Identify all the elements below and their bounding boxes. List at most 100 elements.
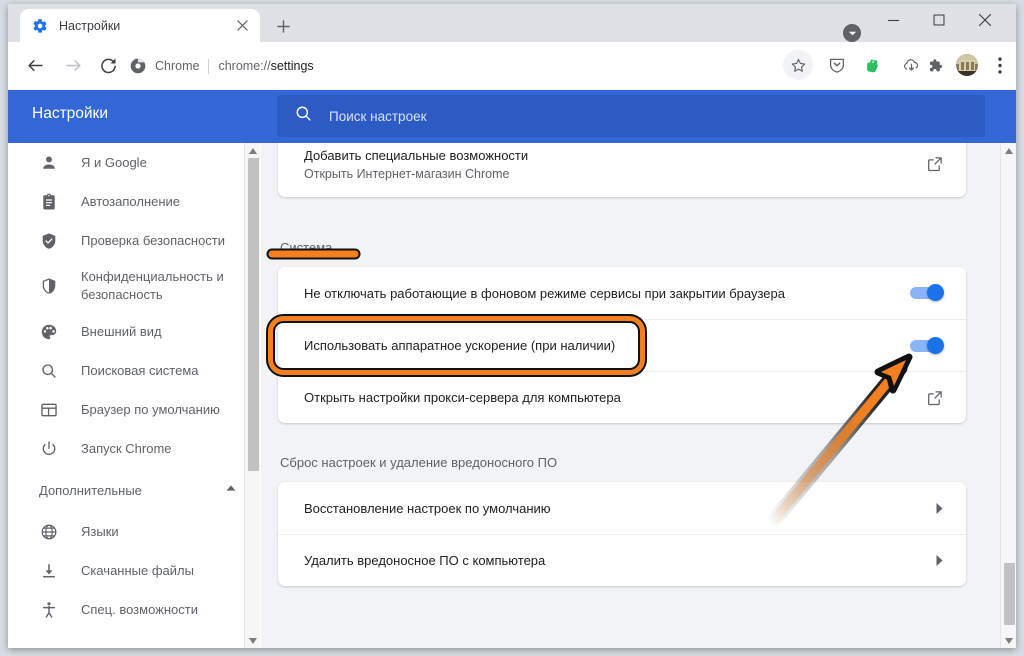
close-icon[interactable] — [231, 15, 253, 37]
evernote-icon[interactable] — [859, 50, 889, 80]
shield-check-icon — [39, 231, 59, 251]
tab-strip: Настройки — [8, 4, 1016, 42]
page-title: Настройки — [32, 105, 108, 123]
row-title: Добавить специальные возможности — [304, 148, 926, 163]
hardware-acceleration-toggle[interactable] — [910, 339, 944, 353]
chevron-right-icon[interactable] — [935, 503, 944, 514]
row-title: Удалить вредоносное ПО с компьютера — [304, 553, 935, 568]
settings-sidebar: Я и Google Автозаполнение — [8, 143, 261, 648]
search-icon — [39, 361, 59, 381]
sidebar-item-label: Проверка безопасности — [81, 232, 225, 250]
new-tab-button[interactable] — [270, 13, 296, 39]
avatar — [956, 54, 978, 76]
toggle-knob — [927, 337, 944, 354]
browser-window-icon — [39, 400, 59, 420]
sidebar-item-label: Конфиденциальность и безопасность — [81, 268, 261, 303]
sidebar-item-on-startup[interactable]: Запуск Chrome — [8, 429, 261, 468]
sidebar-item-safety-check[interactable]: Проверка безопасности — [8, 221, 261, 260]
forward-button[interactable] — [57, 49, 89, 81]
reset-card: Восстановление настроек по умолчанию Уда… — [278, 482, 966, 586]
shield-icon — [39, 276, 59, 296]
sidebar-item-label: Скачанные файлы — [81, 562, 194, 580]
system-card: Не отключать работающие в фоновом режиме… — [278, 267, 966, 423]
row-texts: Добавить специальные возможности Открыть… — [304, 148, 926, 181]
maximize-button[interactable] — [916, 4, 962, 36]
section-heading-reset: Сброс настроек и удаление вредоносного П… — [280, 455, 557, 470]
sidebar-item-default-browser[interactable]: Браузер по умолчанию — [8, 390, 261, 429]
bookmark-star-icon[interactable] — [783, 50, 813, 80]
sidebar-group-label: Дополнительные — [39, 483, 225, 498]
search-bar[interactable] — [277, 95, 985, 137]
row-title: Использовать аппаратное ускорение (при н… — [304, 338, 910, 353]
power-icon — [39, 439, 59, 459]
omnibox-scheme-label: Chrome — [155, 59, 199, 73]
section-heading-system: Система — [280, 240, 332, 255]
chrome-menu-icon[interactable] — [985, 50, 1015, 80]
gear-icon — [32, 18, 48, 34]
sidebar-item-label: Языки — [81, 523, 119, 541]
row-subtitle: Открыть Интернет-магазин Chrome — [304, 167, 926, 181]
row-proxy-settings[interactable]: Открыть настройки прокси-сервера для ком… — [278, 371, 966, 423]
tab-search-icon[interactable] — [843, 24, 861, 42]
sidebar-item-downloads[interactable]: Скачанные файлы — [8, 551, 261, 590]
chevron-right-icon[interactable] — [935, 555, 944, 566]
omnibox-url: chrome://settings — [218, 59, 313, 73]
sidebar-item-autofill[interactable]: Автозаполнение — [8, 182, 261, 221]
scroll-down-icon[interactable] — [1001, 633, 1016, 648]
row-title: Не отключать работающие в фоновом режиме… — [304, 286, 910, 301]
row-add-accessibility[interactable]: Добавить специальные возможности Открыть… — [278, 143, 966, 197]
minimize-button[interactable] — [870, 4, 916, 36]
accessibility-card: Добавить специальные возможности Открыть… — [278, 143, 966, 197]
row-texts: Восстановление настроек по умолчанию — [304, 501, 935, 516]
sidebar-scrollbar-thumb[interactable] — [248, 158, 259, 471]
row-background-apps[interactable]: Не отключать работающие в фоновом режиме… — [278, 267, 966, 319]
pocket-shield-icon[interactable] — [822, 50, 852, 80]
scroll-down-icon[interactable] — [245, 633, 261, 648]
url-scheme: chrome:// — [218, 59, 270, 73]
row-texts: Не отключать работающие в фоновом режиме… — [304, 286, 910, 301]
background-apps-toggle[interactable] — [910, 286, 944, 300]
chevron-up-icon — [225, 481, 237, 499]
extensions-puzzle-icon[interactable] — [919, 50, 949, 80]
sidebar-scrollbar[interactable] — [244, 143, 260, 648]
person-icon — [39, 153, 59, 173]
row-hardware-acceleration[interactable]: Использовать аппаратное ускорение (при н… — [278, 319, 966, 371]
tab-title: Настройки — [59, 19, 231, 33]
sidebar-item-label: Я и Google — [81, 154, 147, 172]
sidebar-item-label: Браузер по умолчанию — [81, 401, 220, 419]
scroll-up-icon[interactable] — [245, 143, 261, 158]
toggle-knob — [927, 284, 944, 301]
settings-page: Настройки — [8, 90, 1016, 648]
sidebar-item-search-engine[interactable]: Поисковая система — [8, 351, 261, 390]
sidebar-item-you-and-google[interactable]: Я и Google — [8, 143, 261, 182]
accessibility-icon — [39, 600, 59, 620]
external-link-icon[interactable] — [926, 155, 944, 173]
search-input[interactable] — [329, 109, 971, 124]
back-button[interactable] — [19, 49, 51, 81]
profile-avatar[interactable] — [952, 50, 982, 80]
sidebar-item-label: Внешний вид — [81, 323, 162, 341]
sidebar-item-languages[interactable]: Языки — [8, 512, 261, 551]
scroll-up-icon[interactable] — [1001, 143, 1016, 158]
browser-window: Настройки — [8, 4, 1016, 648]
sidebar-group-advanced[interactable]: Дополнительные — [8, 468, 261, 512]
sidebar-item-privacy-security[interactable]: Конфиденциальность и безопасность — [8, 260, 261, 312]
sidebar-item-accessibility[interactable]: Спец. возможности — [8, 590, 261, 629]
row-texts: Использовать аппаратное ускорение (при н… — [304, 338, 910, 353]
external-link-icon[interactable] — [926, 389, 944, 407]
content-scrollbar-thumb[interactable] — [1004, 563, 1015, 625]
row-restore-defaults[interactable]: Восстановление настроек по умолчанию — [278, 482, 966, 534]
row-remove-malware[interactable]: Удалить вредоносное ПО с компьютера — [278, 534, 966, 586]
sidebar-item-appearance[interactable]: Внешний вид — [8, 312, 261, 351]
row-title: Открыть настройки прокси-сервера для ком… — [304, 390, 926, 405]
avatar-col-2 — [966, 62, 969, 70]
window-close-button[interactable] — [962, 4, 1008, 36]
browser-tab[interactable]: Настройки — [20, 9, 260, 42]
settings-header: Настройки — [8, 90, 1016, 143]
address-bar[interactable]: Chrome chrome://settings — [130, 54, 777, 78]
reload-button[interactable] — [92, 49, 124, 81]
sidebar-item-label: Автозаполнение — [81, 193, 180, 211]
url-path: settings — [271, 59, 314, 73]
content-scrollbar[interactable] — [1000, 143, 1016, 648]
chrome-logo-icon — [130, 58, 146, 74]
